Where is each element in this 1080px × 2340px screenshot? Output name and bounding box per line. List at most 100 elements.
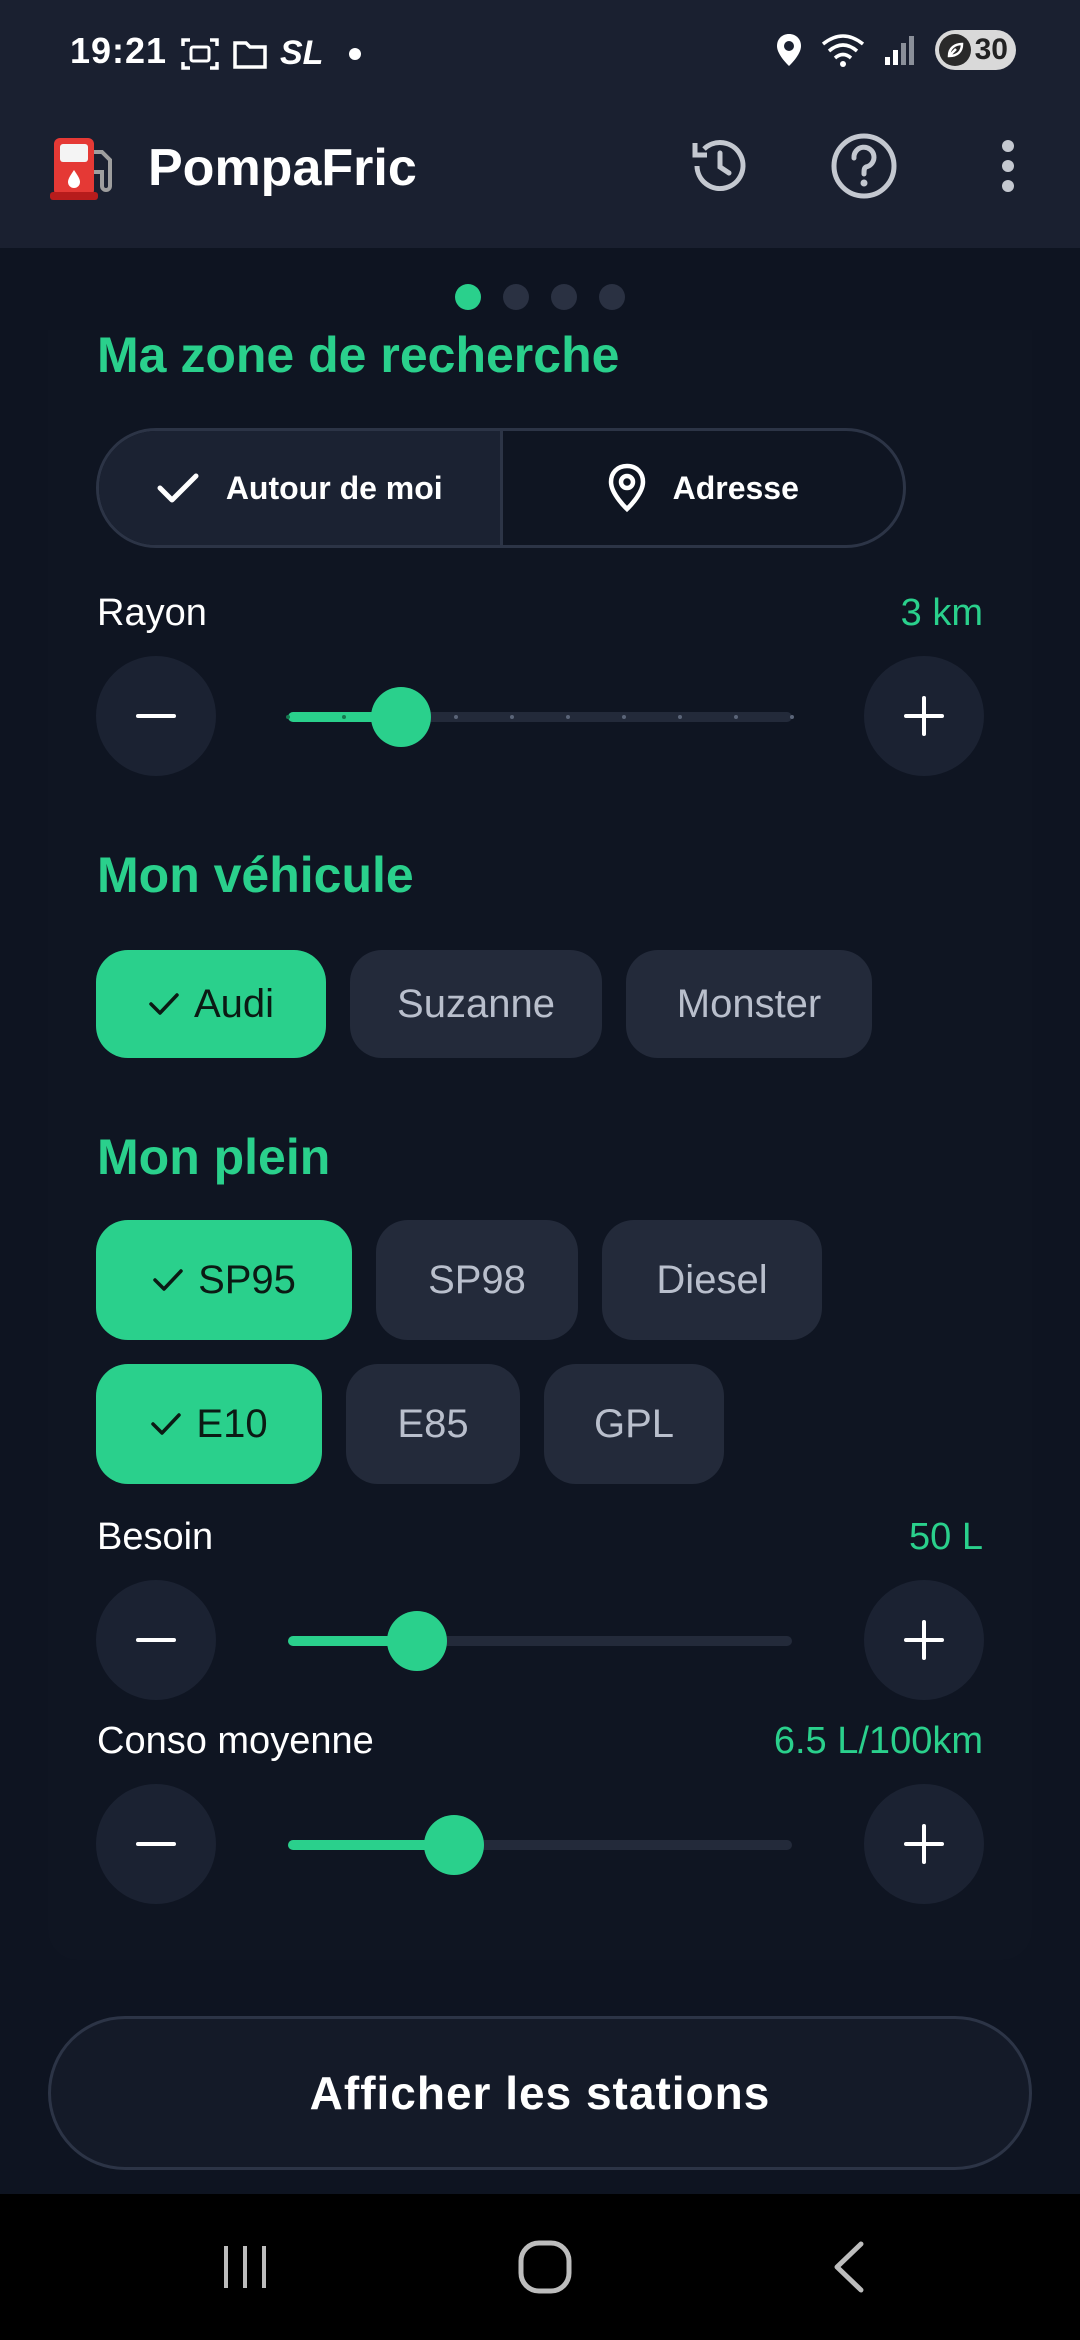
check-icon xyxy=(149,993,179,1015)
consumption-value: 6.5 L/100km xyxy=(773,1720,983,1762)
vehicle-chip-label: Monster xyxy=(676,981,822,1026)
location-icon xyxy=(776,34,801,66)
fuel-chip-diesel[interactable]: Diesel xyxy=(602,1220,822,1340)
fuel-pump-logo-icon xyxy=(50,138,112,200)
history-icon xyxy=(692,140,746,192)
around-me-option[interactable]: Autour de moi xyxy=(99,431,503,545)
history-button[interactable] xyxy=(682,128,758,204)
radius-label: Rayon xyxy=(97,592,207,634)
home-icon xyxy=(518,2240,572,2294)
battery-saver-icon xyxy=(938,34,971,66)
plus-icon xyxy=(904,1824,944,1864)
page-indicator xyxy=(0,284,1080,310)
radius-slider-tick xyxy=(342,715,346,719)
fuel-chip-label: E85 xyxy=(397,1401,469,1446)
radius-slider-tick xyxy=(790,715,794,719)
page-dot xyxy=(455,284,481,310)
vehicle-chip-monster[interactable]: Monster xyxy=(626,950,872,1058)
need-slider-thumb[interactable] xyxy=(386,1611,447,1671)
radius-slider[interactable] xyxy=(286,686,794,747)
status-bar: 19:21 SL 30 xyxy=(0,0,1080,100)
vehicle-chip-label: Audi xyxy=(193,981,275,1026)
consumption-slider[interactable] xyxy=(288,1814,792,1875)
fuel-chip-label: SP95 xyxy=(198,1257,296,1302)
radius-slider-tick xyxy=(678,715,682,719)
fuel-chips-row-2: E10 E85 GPL xyxy=(96,1364,724,1484)
radius-slider-tick xyxy=(734,715,738,719)
radius-slider-thumb[interactable] xyxy=(371,687,432,747)
notification-dot xyxy=(349,47,362,60)
app-title: PompaFric xyxy=(148,139,417,197)
status-carrier-tag: SL xyxy=(280,34,324,72)
radius-value: 3 km xyxy=(900,592,983,634)
folder-icon xyxy=(233,40,267,69)
home-button[interactable] xyxy=(510,2236,580,2298)
fuel-chip-gpl[interactable]: GPL xyxy=(544,1364,724,1484)
search-zone-title: Ma zone de recherche xyxy=(97,327,620,383)
status-right-icons: 30 xyxy=(775,30,1016,70)
radius-slider-tick xyxy=(566,715,570,719)
vehicle-chips: Audi Suzanne Monster xyxy=(96,950,872,1058)
need-slider[interactable] xyxy=(288,1610,792,1671)
consumption-label: Conso moyenne xyxy=(97,1720,374,1762)
recent-apps-icon xyxy=(224,2246,266,2288)
vehicle-chip-audi[interactable]: Audi xyxy=(96,950,326,1058)
minus-icon xyxy=(136,1638,176,1642)
page-dot xyxy=(551,284,577,310)
screenshot-icon xyxy=(181,37,219,70)
vehicle-chip-suzanne[interactable]: Suzanne xyxy=(350,950,602,1058)
page-dot xyxy=(599,284,625,310)
fuel-chip-e10[interactable]: E10 xyxy=(96,1364,322,1484)
fuel-title: Mon plein xyxy=(97,1129,331,1185)
wifi-icon xyxy=(821,34,864,67)
need-increase-button[interactable] xyxy=(864,1580,984,1700)
fuel-chip-label: Diesel xyxy=(656,1257,768,1302)
recent-apps-button[interactable] xyxy=(210,2236,280,2298)
vehicle-title: Mon véhicule xyxy=(97,847,414,903)
radius-slider-tick xyxy=(286,715,290,719)
back-chevron-icon xyxy=(834,2241,864,2293)
app-bar: PompaFric xyxy=(0,100,1080,248)
screen: 19:21 SL 30 PompaFric Ma zone de recherc… xyxy=(0,0,1080,2340)
check-icon xyxy=(157,473,199,503)
fuel-chip-label: E10 xyxy=(196,1401,268,1446)
consumption-slider-thumb[interactable] xyxy=(424,1815,485,1875)
status-time: 19:21 xyxy=(70,30,168,71)
back-button[interactable] xyxy=(814,2236,884,2298)
fuel-chip-e85[interactable]: E85 xyxy=(346,1364,520,1484)
signal-icon xyxy=(884,36,914,65)
fuel-chip-label: SP98 xyxy=(428,1257,526,1302)
fuel-chip-sp95[interactable]: SP95 xyxy=(96,1220,352,1340)
around-me-label: Autour de moi xyxy=(225,469,443,506)
need-label: Besoin xyxy=(97,1516,214,1558)
help-icon xyxy=(831,133,897,199)
more-vertical-icon xyxy=(1002,140,1014,192)
need-decrease-button[interactable] xyxy=(96,1580,216,1700)
minus-icon xyxy=(136,1842,176,1846)
radius-increase-button[interactable] xyxy=(864,656,984,776)
fuel-chip-sp98[interactable]: SP98 xyxy=(376,1220,578,1340)
address-option[interactable]: Adresse xyxy=(503,431,904,545)
consumption-increase-button[interactable] xyxy=(864,1784,984,1904)
show-stations-button[interactable]: Afficher les stations xyxy=(48,2016,1032,2170)
location-pin-icon xyxy=(608,463,645,513)
address-label: Adresse xyxy=(672,469,799,506)
radius-decrease-button[interactable] xyxy=(96,656,216,776)
plus-icon xyxy=(904,696,944,736)
check-icon xyxy=(151,1413,182,1435)
radius-slider-tick xyxy=(454,715,458,719)
page-dot xyxy=(503,284,529,310)
system-nav-bar xyxy=(0,2194,1080,2340)
vehicle-chip-label: Suzanne xyxy=(397,981,555,1026)
battery-level: 30 xyxy=(974,33,1008,66)
more-options-button[interactable] xyxy=(970,128,1046,204)
help-button[interactable] xyxy=(826,128,902,204)
consumption-decrease-button[interactable] xyxy=(96,1784,216,1904)
plus-icon xyxy=(904,1620,944,1660)
check-icon xyxy=(153,1269,183,1291)
minus-icon xyxy=(136,714,176,718)
radius-slider-tick xyxy=(510,715,514,719)
need-value: 50 L xyxy=(909,1516,983,1558)
fuel-chip-label: GPL xyxy=(593,1401,675,1446)
status-left-icons: SL xyxy=(180,34,362,73)
